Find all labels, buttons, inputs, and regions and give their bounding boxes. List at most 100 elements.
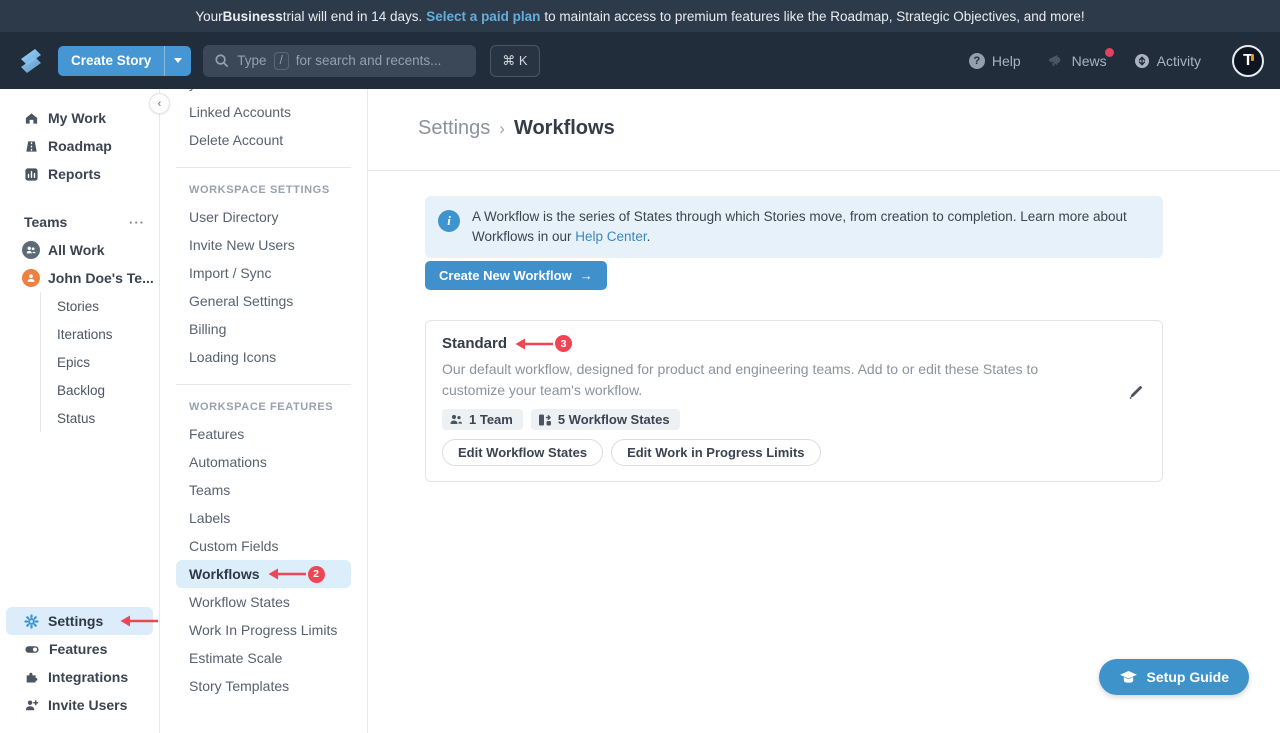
search-placeholder: for search and recents... bbox=[296, 53, 442, 68]
help-menu[interactable]: ? Help bbox=[969, 53, 1021, 69]
sidebar-item-label: Reports bbox=[48, 166, 101, 182]
edit-workflow-states-button[interactable]: Edit Workflow States bbox=[442, 439, 603, 466]
primary-sidebar: My Work Roadmap Reports Teams ··· bbox=[0, 89, 160, 733]
settings-nav-invite-new-users[interactable]: Invite New Users bbox=[160, 231, 367, 259]
setup-guide-button[interactable]: Setup Guide bbox=[1099, 659, 1249, 695]
sidebar-item-integrations[interactable]: Integrations bbox=[0, 663, 159, 691]
team-label: John Doe's Te... bbox=[48, 270, 154, 286]
avatar-accent-mark bbox=[1251, 54, 1254, 61]
sidebar-subitem-epics[interactable]: Epics bbox=[41, 348, 159, 376]
settings-nav-linked-accounts[interactable]: Linked Accounts bbox=[160, 98, 367, 126]
trial-text: to maintain access to premium features l… bbox=[544, 9, 1084, 24]
team-john-does[interactable]: John Doe's Te... bbox=[0, 264, 159, 292]
annotation-badge: 2 bbox=[308, 566, 325, 583]
annotation-badge: 3 bbox=[555, 335, 572, 352]
search-icon bbox=[214, 53, 229, 68]
sidebar-collapse-button[interactable]: ‹ bbox=[149, 93, 170, 114]
question-mark-icon: ? bbox=[969, 53, 985, 69]
edit-pencil-icon[interactable] bbox=[1128, 383, 1145, 400]
workflow-card-standard: Standard 3 Our default workflow, designe… bbox=[425, 320, 1163, 482]
bar-chart-icon bbox=[24, 167, 39, 182]
info-icon: i bbox=[438, 210, 460, 232]
settings-nav-billing[interactable]: Billing bbox=[160, 315, 367, 343]
breadcrumb-separator-icon: › bbox=[499, 119, 505, 139]
divider bbox=[176, 384, 351, 385]
divider bbox=[368, 170, 1280, 171]
settings-nav: y Linked Accounts Delete Account WORKSPA… bbox=[160, 89, 368, 733]
teams-overflow-menu-icon[interactable]: ··· bbox=[129, 215, 145, 230]
settings-nav-labels[interactable]: Labels bbox=[160, 504, 367, 532]
settings-nav-user-directory[interactable]: User Directory bbox=[160, 203, 367, 231]
settings-nav-workflow-states[interactable]: Workflow States bbox=[160, 588, 367, 616]
breadcrumb-settings[interactable]: Settings bbox=[418, 117, 490, 140]
workspace-settings-section-label: WORKSPACE SETTINGS bbox=[160, 170, 367, 203]
settings-nav-features[interactable]: Features bbox=[160, 420, 367, 448]
create-story-label: Create Story bbox=[58, 53, 164, 68]
people-icon bbox=[449, 413, 463, 426]
graduation-cap-icon bbox=[1119, 670, 1138, 685]
activity-sync-icon bbox=[1134, 53, 1150, 69]
workspace-avatar[interactable]: T bbox=[1232, 45, 1264, 77]
sidebar-item-invite-users[interactable]: Invite Users bbox=[0, 691, 159, 719]
sidebar-item-roadmap[interactable]: Roadmap bbox=[0, 132, 159, 160]
help-center-link[interactable]: Help Center bbox=[575, 229, 646, 244]
sidebar-subitem-iterations[interactable]: Iterations bbox=[41, 320, 159, 348]
teams-section-header: Teams ··· bbox=[0, 208, 159, 236]
workspace-features-section-label: WORKSPACE FEATURES bbox=[160, 387, 367, 420]
slash-key-icon: / bbox=[274, 52, 289, 70]
sidebar-subitem-backlog[interactable]: Backlog bbox=[41, 376, 159, 404]
sidebar-subitem-status[interactable]: Status bbox=[41, 404, 159, 432]
settings-nav-estimate-scale[interactable]: Estimate Scale bbox=[160, 644, 367, 672]
activity-menu[interactable]: Activity bbox=[1134, 53, 1201, 69]
edit-wip-limits-button[interactable]: Edit Work in Progress Limits bbox=[611, 439, 820, 466]
trial-text: trial will end in 14 days. bbox=[283, 9, 423, 24]
teams-label: Teams bbox=[24, 214, 67, 230]
settings-nav-workflows[interactable]: Workflows 2 bbox=[176, 560, 351, 588]
annotation-arrow-icon bbox=[514, 337, 554, 351]
annotation-arrow-icon bbox=[119, 614, 159, 628]
select-paid-plan-link[interactable]: Select a paid plan bbox=[426, 9, 540, 24]
settings-nav-wip-limits[interactable]: Work In Progress Limits bbox=[160, 616, 367, 644]
sidebar-item-label: Invite Users bbox=[48, 697, 127, 713]
team-all-work[interactable]: All Work bbox=[0, 236, 159, 264]
search-input[interactable]: Type / for search and recents... bbox=[203, 45, 476, 77]
settings-nav-story-templates[interactable]: Story Templates bbox=[160, 672, 367, 700]
app-header: Create Story Type / for search and recen… bbox=[0, 32, 1280, 89]
settings-nav-teams[interactable]: Teams bbox=[160, 476, 367, 504]
people-icon bbox=[25, 244, 37, 256]
workflow-info-banner: i A Workflow is the series of States thr… bbox=[425, 196, 1163, 258]
sidebar-item-settings[interactable]: Settings 1 bbox=[6, 607, 153, 635]
all-work-avatar bbox=[22, 241, 40, 259]
info-text: . bbox=[647, 229, 651, 244]
create-new-workflow-label: Create New Workflow bbox=[439, 268, 572, 283]
create-new-workflow-button[interactable]: Create New Workflow → bbox=[425, 261, 607, 290]
workflow-states-count-badge: 5 Workflow States bbox=[531, 409, 680, 430]
annotation-2: 2 bbox=[267, 566, 325, 583]
settings-nav-import-sync[interactable]: Import / Sync bbox=[160, 259, 367, 287]
sidebar-bottom-group: Settings 1 Features Integrations bbox=[0, 607, 159, 719]
settings-nav-delete-account[interactable]: Delete Account bbox=[160, 126, 367, 154]
settings-nav-item-label: Workflows bbox=[189, 566, 260, 582]
shortcut-logo-icon[interactable] bbox=[16, 46, 46, 76]
create-story-button[interactable]: Create Story bbox=[58, 46, 191, 76]
info-text: A Workflow is the series of States throu… bbox=[472, 209, 1127, 244]
news-menu[interactable]: News bbox=[1048, 53, 1107, 69]
command-k-shortcut[interactable]: ⌘ K bbox=[490, 45, 539, 77]
help-label: Help bbox=[992, 53, 1021, 69]
news-label: News bbox=[1072, 53, 1107, 69]
puzzle-icon bbox=[24, 670, 39, 685]
sidebar-item-my-work[interactable]: My Work bbox=[0, 104, 159, 132]
sidebar-item-label: Features bbox=[49, 641, 107, 657]
settings-nav-loading-icons[interactable]: Loading Icons bbox=[160, 343, 367, 371]
settings-nav-automations[interactable]: Automations bbox=[160, 448, 367, 476]
create-story-dropdown[interactable] bbox=[164, 46, 191, 76]
settings-nav-clipped-item[interactable]: y bbox=[160, 89, 367, 98]
settings-nav-general-settings[interactable]: General Settings bbox=[160, 287, 367, 315]
settings-nav-custom-fields[interactable]: Custom Fields bbox=[160, 532, 367, 560]
sidebar-item-features[interactable]: Features bbox=[0, 635, 159, 663]
header-right: ? Help News Activity T bbox=[969, 45, 1264, 77]
sidebar-item-reports[interactable]: Reports bbox=[0, 160, 159, 188]
sidebar-item-label: Roadmap bbox=[48, 138, 112, 154]
sidebar-subitem-stories[interactable]: Stories bbox=[41, 292, 159, 320]
workflow-card-title[interactable]: Standard bbox=[442, 335, 507, 352]
